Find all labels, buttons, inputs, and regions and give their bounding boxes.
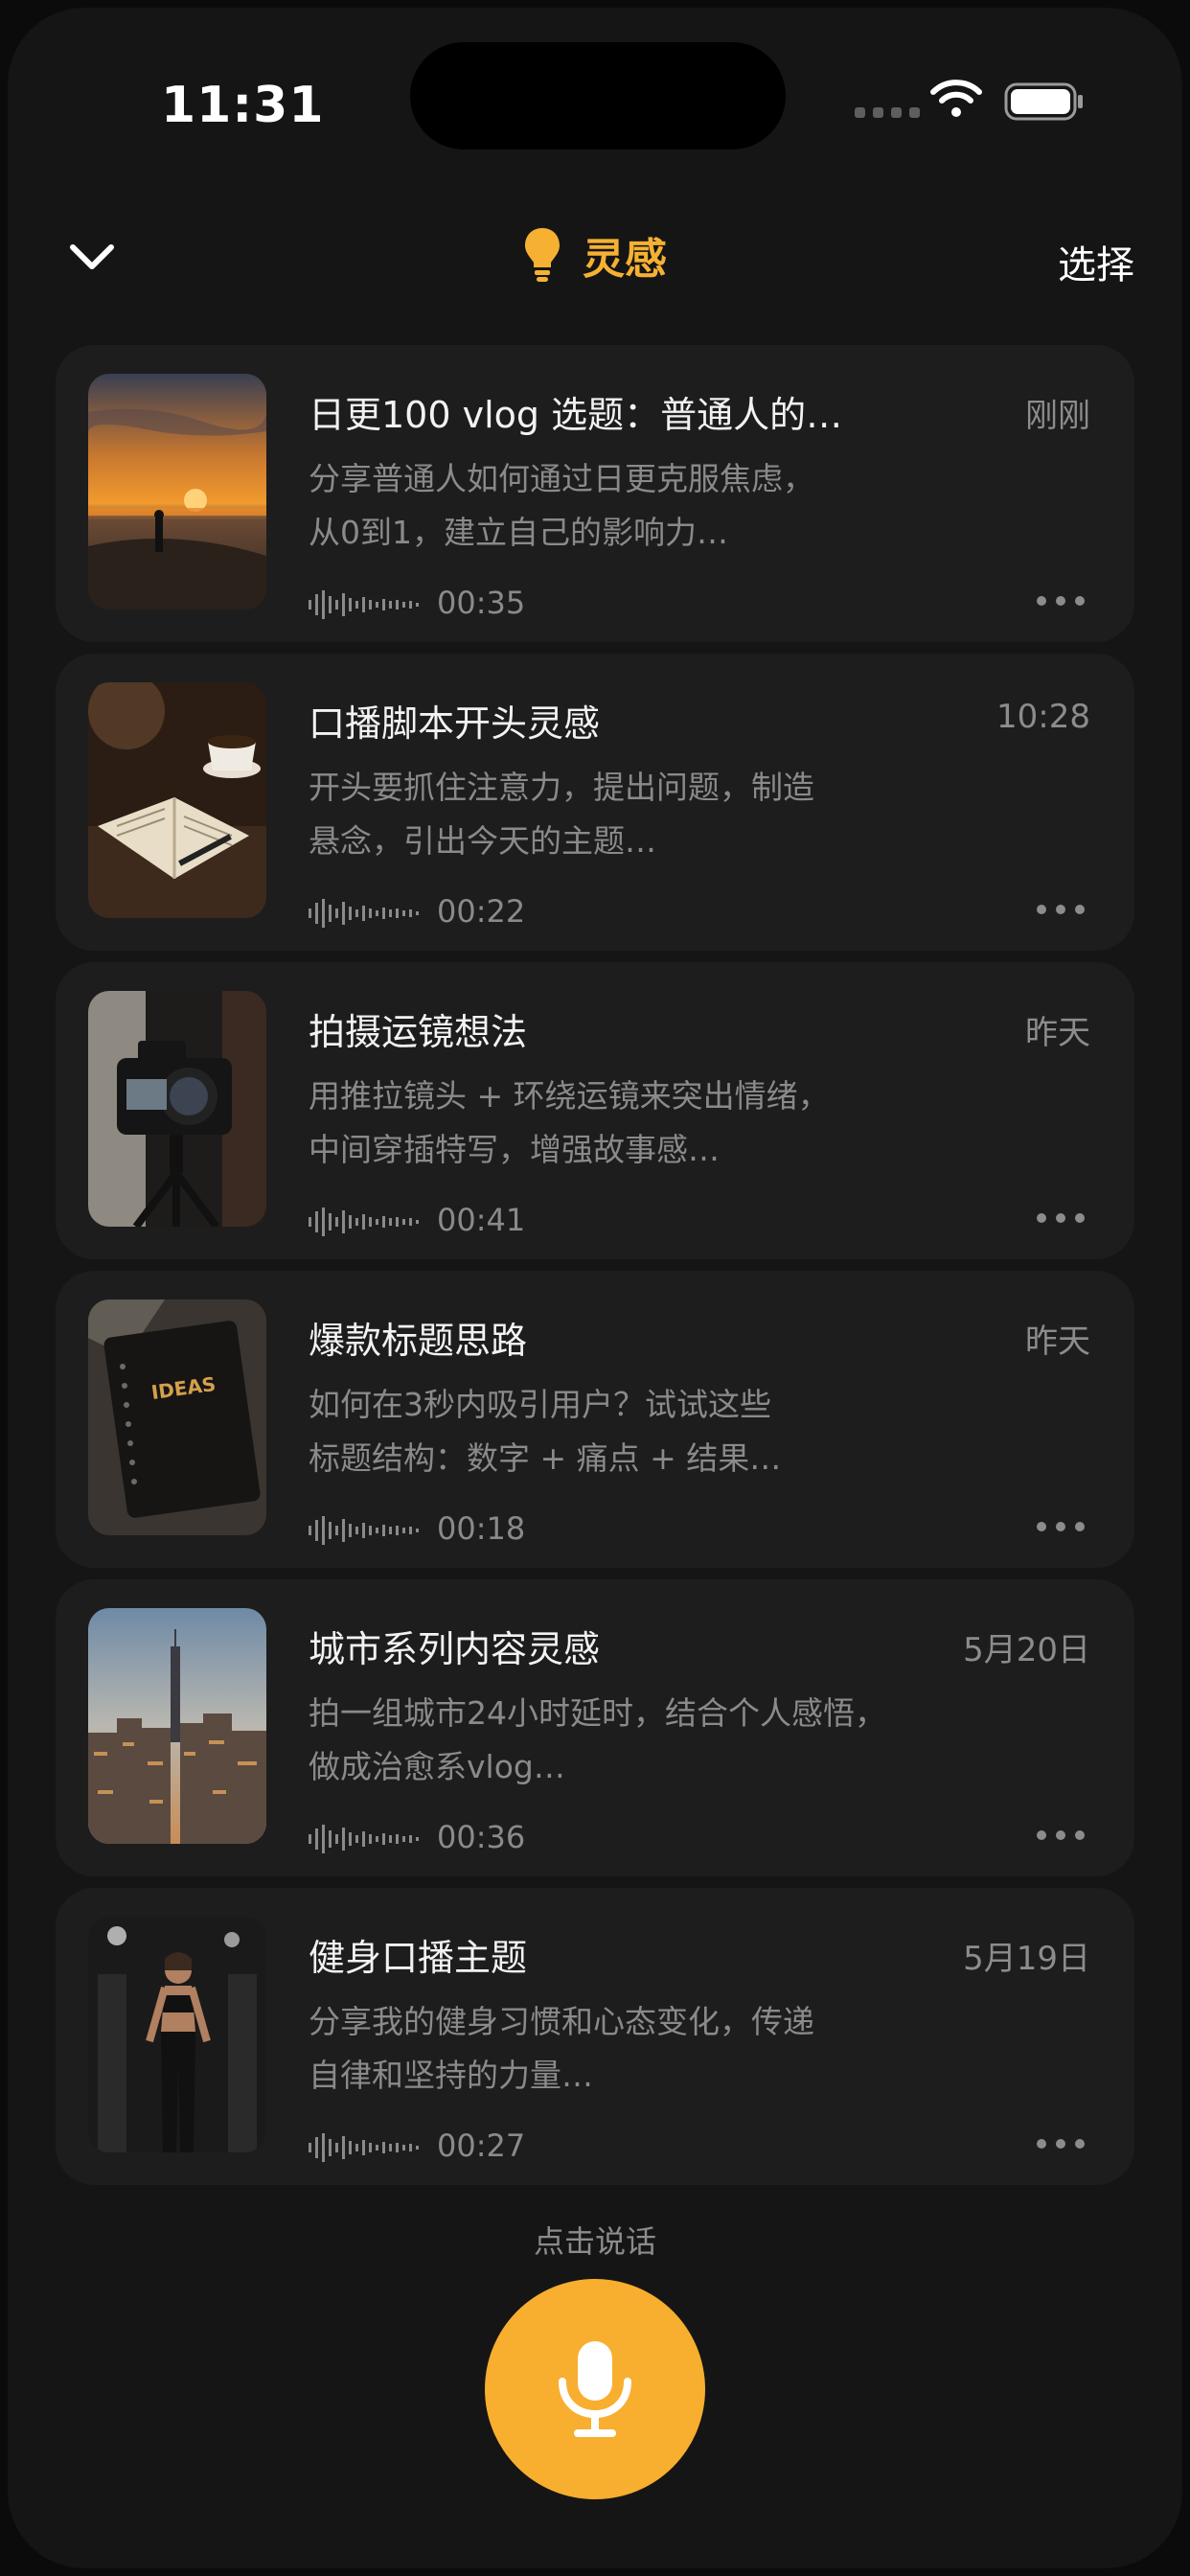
more-options-icon[interactable] <box>1035 2133 1087 2154</box>
note-desc-line: 悬念，引出今天的主题… <box>309 822 656 860</box>
note-title: 城市系列内容灵感 <box>309 1628 601 1670</box>
record-hint: 点击说话 <box>533 2223 656 2260</box>
more-options-icon[interactable] <box>1035 1208 1087 1229</box>
note-thumbnail <box>88 374 266 610</box>
note-description: 如何在3秒内吸引用户？试试这些 标题结构：数字 + 痛点 + 结果… <box>309 1378 960 1485</box>
note-desc-line: 开头要抓住注意力，提出问题，制造 <box>309 769 814 806</box>
note-desc-line: 标题结构：数字 + 痛点 + 结果… <box>309 1439 782 1477</box>
note-description: 拍一组城市24小时延时，结合个人感悟， 做成治愈系vlog… <box>309 1687 960 1794</box>
waveform-icon <box>309 590 419 619</box>
note-duration: 00:35 <box>437 585 526 621</box>
note-thumbnail <box>88 682 266 918</box>
microphone-icon <box>559 2341 631 2437</box>
note-desc-line: 分享普通人如何通过日更克服焦虑， <box>309 460 814 497</box>
note-desc-line: 自律和坚持的力量… <box>309 2057 593 2094</box>
battery-icon <box>1004 82 1083 121</box>
note-desc-line: 做成治愈系vlog… <box>309 1748 565 1785</box>
note-date: 昨天 <box>1025 1014 1090 1052</box>
note-duration: 00:22 <box>437 893 526 930</box>
note-duration: 00:36 <box>437 1819 526 1855</box>
select-button[interactable]: 选择 <box>1058 234 1134 289</box>
note-desc-line: 从0到1，建立自己的影响力… <box>309 514 728 551</box>
note-desc-line: 用推拉镜头 + 环绕运镜来突出情绪， <box>309 1077 830 1115</box>
nav-title-group: 灵感 <box>8 224 1182 286</box>
record-button[interactable] <box>485 2279 705 2499</box>
nav-bar: 灵感 选择 <box>8 199 1182 314</box>
more-options-icon[interactable] <box>1035 1825 1087 1846</box>
waveform-icon <box>309 2133 419 2162</box>
note-desc-line: 拍一组城市24小时延时，结合个人感悟， <box>309 1694 886 1732</box>
note-desc-line: 如何在3秒内吸引用户？试试这些 <box>309 1386 771 1423</box>
note-title: 日更100 vlog 选题：普通人的… <box>309 394 843 436</box>
notes-list: 日更100 vlog 选题：普通人的… 刚刚 分享普通人如何通过日更克服焦虑， … <box>56 345 1134 2196</box>
note-duration: 00:41 <box>437 1202 526 1238</box>
note-desc-line: 中间穿插特写，增强故事感… <box>309 1131 720 1168</box>
note-date: 5月19日 <box>963 1940 1090 1978</box>
note-description: 用推拉镜头 + 环绕运镜来突出情绪， 中间穿插特写，增强故事感… <box>309 1070 960 1177</box>
note-thumbnail <box>88 991 266 1227</box>
note-card[interactable]: 拍摄运镜想法 昨天 用推拉镜头 + 环绕运镜来突出情绪， 中间穿插特写，增强故事… <box>56 962 1134 1259</box>
phone-screen: 11:31 灵感 选择 日更100 vlog 选题：普通人的… 刚刚 分享普通人… <box>8 8 1182 2568</box>
note-card[interactable]: 口播脚本开头灵感 10:28 开头要抓住注意力，提出问题，制造 悬念，引出今天的… <box>56 654 1134 951</box>
note-date: 5月20日 <box>963 1631 1090 1669</box>
waveform-icon <box>309 1208 419 1236</box>
note-desc-line: 分享我的健身习惯和心态变化，传递 <box>309 2003 814 2040</box>
wifi-icon <box>930 80 982 117</box>
waveform-icon <box>309 1825 419 1853</box>
note-duration: 00:27 <box>437 2128 526 2164</box>
status-bar: 11:31 <box>8 8 1182 190</box>
note-title: 口播脚本开头灵感 <box>309 702 601 745</box>
note-card[interactable]: 健身口播主题 5月19日 分享我的健身习惯和心态变化，传递 自律和坚持的力量… … <box>56 1888 1134 2185</box>
note-date: 刚刚 <box>1025 397 1090 435</box>
note-description: 分享普通人如何通过日更克服焦虑， 从0到1，建立自己的影响力… <box>309 452 960 560</box>
signal-icon <box>855 107 920 118</box>
note-date: 昨天 <box>1025 1322 1090 1361</box>
note-thumbnail <box>88 1917 266 2152</box>
note-description: 开头要抓住注意力，提出问题，制造 悬念，引出今天的主题… <box>309 761 960 868</box>
note-title: 健身口播主题 <box>309 1937 528 1979</box>
waveform-icon <box>309 1516 419 1545</box>
note-date: 10:28 <box>996 698 1090 736</box>
note-card[interactable]: IDEAS 爆款标题思路 昨天 如何在3秒内吸引用户？试试这些 标题结构：数字 … <box>56 1271 1134 1568</box>
waveform-icon <box>309 899 419 928</box>
note-thumbnail <box>88 1608 266 1844</box>
more-options-icon[interactable] <box>1035 899 1087 920</box>
note-title: 拍摄运镜想法 <box>309 1011 528 1053</box>
more-options-icon[interactable] <box>1035 1516 1087 1537</box>
note-thumbnail: IDEAS <box>88 1300 266 1535</box>
lightbulb-icon <box>525 228 560 282</box>
note-duration: 00:18 <box>437 1510 526 1547</box>
note-title: 爆款标题思路 <box>309 1320 528 1362</box>
more-options-icon[interactable] <box>1035 590 1087 611</box>
note-card[interactable]: 城市系列内容灵感 5月20日 拍一组城市24小时延时，结合个人感悟， 做成治愈系… <box>56 1579 1134 1876</box>
note-description: 分享我的健身习惯和心态变化，传递 自律和坚持的力量… <box>309 1995 960 2103</box>
page-title: 灵感 <box>583 235 667 284</box>
note-card[interactable]: 日更100 vlog 选题：普通人的… 刚刚 分享普通人如何通过日更克服焦虑， … <box>56 345 1134 642</box>
dynamic-island <box>410 42 786 150</box>
status-time: 11:31 <box>161 77 325 134</box>
